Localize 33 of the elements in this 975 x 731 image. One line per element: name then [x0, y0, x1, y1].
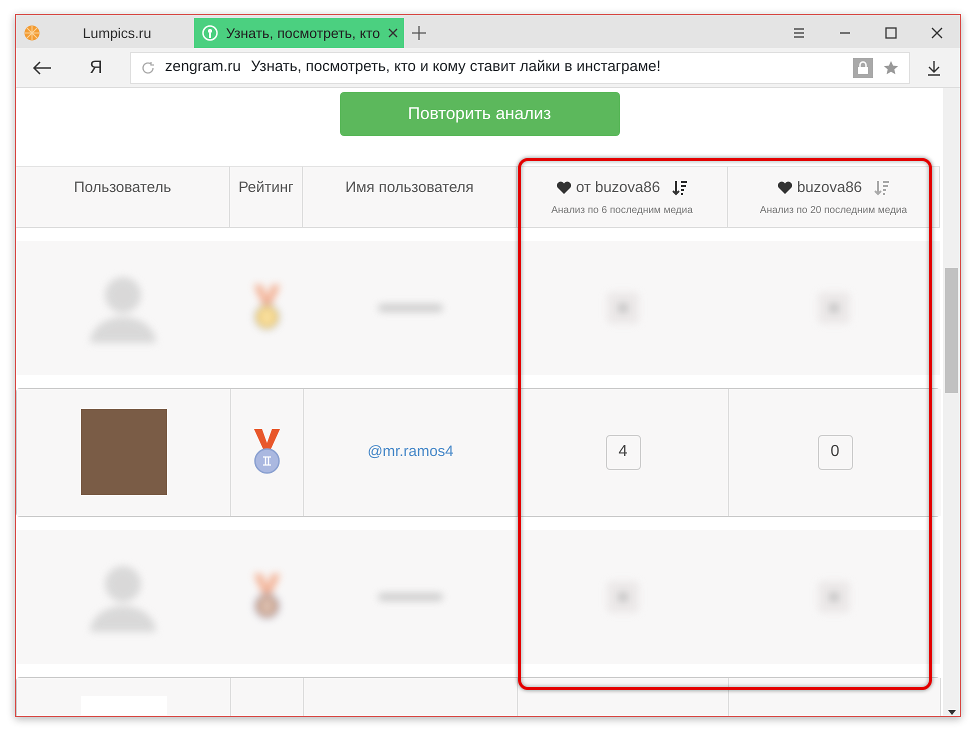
heart-icon — [556, 181, 572, 196]
scrollbar-thumb[interactable] — [945, 268, 958, 393]
heart-icon — [776, 181, 793, 196]
back-arrow-icon — [32, 60, 52, 74]
plus-icon — [412, 26, 426, 40]
analysis-note: Анализ по 6 последним медиа — [551, 204, 693, 218]
close-icon — [930, 26, 944, 40]
page-title: Узнать, посмотреть, кто и кому ставит лайки в инстаграме! — [250, 57, 662, 78]
browser-logo-button[interactable]: Я — [66, 52, 126, 84]
blurred-text — [378, 304, 442, 312]
like-count: 0 — [818, 434, 852, 470]
scroll-down-icon[interactable] — [948, 710, 956, 716]
browser-tab[interactable]: Lumpics.ru — [16, 18, 194, 48]
download-icon — [927, 60, 941, 76]
star-icon[interactable] — [883, 60, 899, 76]
maximize-icon — [884, 26, 898, 40]
address-bar[interactable]: zengram.ru Узнать, посмотреть, кто и кому ставит лайки в инстаграме! — [130, 52, 910, 84]
site-icon — [202, 25, 218, 41]
column-header: от buzova86 — [576, 178, 660, 198]
scrollbar[interactable] — [943, 88, 960, 716]
column-header: Имя пользователя — [303, 166, 517, 228]
analysis-note: Анализ по 20 последним медиа — [760, 204, 908, 218]
column-header: buzova86 — [796, 178, 862, 198]
column-header: Рейтинг — [230, 166, 303, 228]
like-count: 4 — [606, 434, 640, 470]
citrus-slice-icon — [24, 25, 40, 41]
browser-tab[interactable]: Узнать, посмотреть, кто — [194, 18, 404, 48]
column-header: Пользователь — [16, 166, 230, 228]
sort-icon[interactable] — [672, 180, 688, 196]
blurred-text — [378, 592, 442, 601]
url-domain: zengram.ru — [165, 57, 241, 78]
close-icon[interactable] — [388, 28, 398, 38]
menu-icon — [792, 26, 806, 40]
